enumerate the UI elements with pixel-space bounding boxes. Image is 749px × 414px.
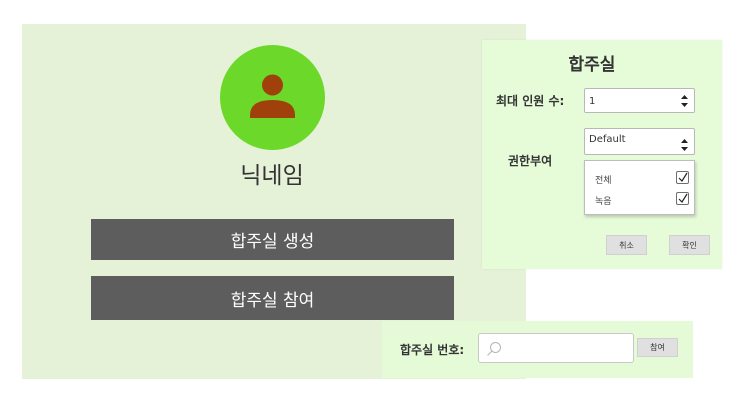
join-room-panel: 합주실 번호: 참여	[382, 321, 693, 378]
join-button[interactable]: 참여	[637, 338, 678, 357]
max-members-label: 최대 인원 수:	[496, 94, 565, 108]
permission-dropdown: 전체 녹음	[584, 160, 695, 215]
cancel-button[interactable]: 취소	[606, 235, 647, 255]
nickname: 닉네임	[240, 163, 304, 189]
avatar	[220, 45, 325, 150]
spinner-arrows-icon	[681, 94, 688, 107]
check-icon	[678, 172, 688, 182]
room-settings-panel: 합주실 최대 인원 수: 1 Default 권한부여 전체 녹음 취소 확인	[482, 40, 722, 269]
permission-option[interactable]: 전체	[585, 169, 694, 189]
room-number-input[interactable]	[478, 333, 634, 363]
max-members-value: 1	[589, 96, 596, 107]
permission-label: 권한부여	[508, 154, 553, 168]
spinner-arrows-icon	[681, 139, 688, 151]
permission-checkbox[interactable]	[676, 192, 689, 205]
permission-select-value: Default	[589, 134, 626, 145]
join-room-button[interactable]: 합주실 참여	[91, 276, 454, 320]
permission-checkbox[interactable]	[676, 171, 689, 184]
permission-option-label: 녹음	[595, 197, 612, 207]
max-members-select[interactable]: 1	[584, 88, 695, 113]
check-icon	[678, 193, 688, 203]
user-icon	[250, 74, 295, 118]
permission-option[interactable]: 녹음	[585, 190, 694, 210]
room-number-label: 합주실 번호:	[400, 343, 465, 357]
permission-select[interactable]: Default	[584, 128, 695, 155]
permission-option-label: 전체	[595, 176, 612, 186]
search-icon	[487, 342, 501, 356]
create-room-button[interactable]: 합주실 생성	[91, 219, 454, 260]
settings-title: 합주실	[568, 55, 616, 75]
confirm-button[interactable]: 확인	[669, 235, 710, 255]
